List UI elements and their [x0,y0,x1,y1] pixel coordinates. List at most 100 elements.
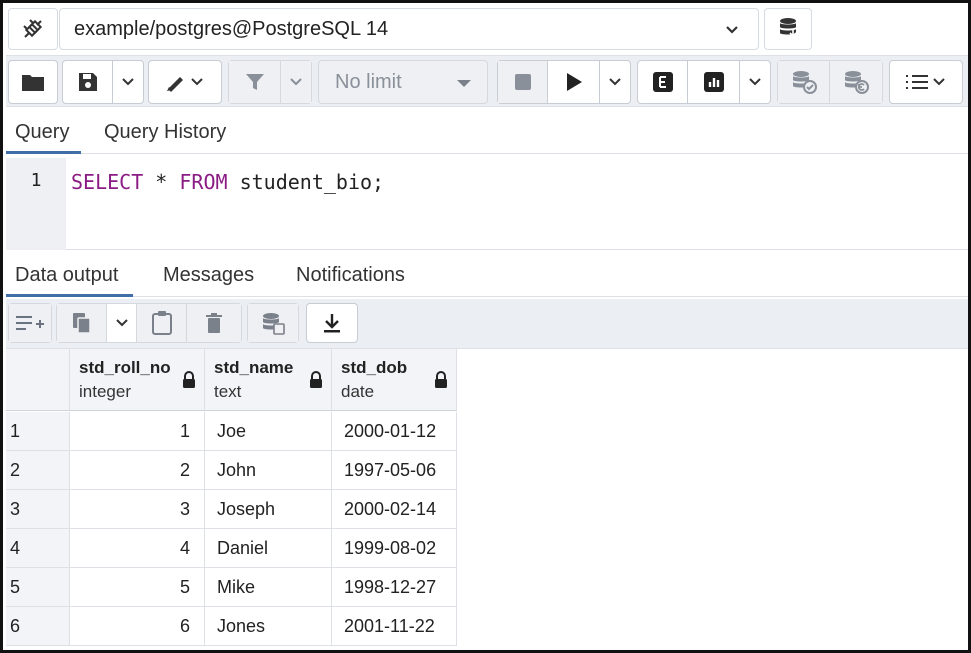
cell-std-dob[interactable]: 2000-01-12 [332,412,457,450]
grid-header: std_roll_no integer std_name text std_do… [6,349,457,411]
cell-std-roll-no[interactable]: 1 [70,412,205,450]
query-toolbar: No limit [6,55,968,107]
chevron-down-icon [724,21,740,44]
download-icon[interactable] [307,304,357,342]
line-number-gutter: 1 [6,158,66,250]
cell-std-roll-no[interactable]: 2 [70,451,205,489]
execute-group [497,60,631,104]
connection-select[interactable]: example/postgres@PostgreSQL 14 [59,8,759,50]
column-header-std-dob[interactable]: std_dob date [332,349,457,410]
cell-std-name[interactable]: Jones [205,607,332,645]
add-row-icon[interactable] [9,304,51,342]
column-type: date [341,381,375,401]
editor-tabs: Query Query History [6,110,968,154]
table-row[interactable]: 5 5 Mike 1998-12-27 [6,568,457,607]
lock-icon [182,371,196,394]
lock-icon [309,371,323,394]
save-data-group [247,303,299,343]
macros-icon[interactable] [890,61,962,103]
play-icon[interactable] [548,61,600,103]
caret-down-icon [457,80,471,87]
table-row[interactable]: 1 1 Joe 2000-01-12 [6,412,457,451]
chevron-down-icon[interactable] [113,61,143,103]
cell-std-dob[interactable]: 1998-12-27 [332,568,457,606]
cell-std-name[interactable]: Joe [205,412,332,450]
chevron-down-icon[interactable] [600,61,630,103]
keyword-from: FROM [179,170,228,194]
edit-group [148,60,222,104]
row-number: 1 [6,412,70,450]
download-group [306,303,358,343]
tab-query-history[interactable]: Query History [104,110,226,154]
cell-std-name[interactable]: Mike [205,568,332,606]
cell-std-roll-no[interactable]: 6 [70,607,205,645]
row-number: 3 [6,490,70,528]
save-data-icon[interactable] [248,304,298,342]
delete-icon[interactable] [187,304,241,342]
cell-std-dob[interactable]: 1999-08-02 [332,529,457,567]
cell-std-dob[interactable]: 1997-05-06 [332,451,457,489]
row-number: 6 [6,607,70,645]
explain-group [637,60,771,104]
sql-editor[interactable]: 1 SELECT * FROM student_bio; [6,158,968,250]
save-icon[interactable] [63,61,113,103]
tab-notifications-label: Notifications [296,264,405,286]
row-number: 4 [6,529,70,567]
table-row[interactable]: 2 2 John 1997-05-06 [6,451,457,490]
filter-group [228,60,312,104]
column-name: std_name [214,357,294,377]
cell-std-name[interactable]: John [205,451,332,489]
tab-query-label: Query [15,121,70,143]
transaction-group [777,60,883,104]
code-star: * [143,170,180,194]
macros-group [889,60,963,104]
table-row[interactable]: 3 3 Joseph 2000-02-14 [6,490,457,529]
lock-icon [434,371,448,394]
filter-icon[interactable] [229,61,281,103]
column-name: std_roll_no [79,357,171,377]
chevron-down-icon[interactable] [740,61,770,103]
row-limit-label: No limit [335,70,402,93]
output-tabs: Data output Messages Notifications [6,253,968,297]
rollback-icon[interactable] [830,61,882,103]
stop-icon[interactable] [498,61,548,103]
database-stack-icon[interactable] [764,8,812,50]
cell-std-dob[interactable]: 2000-02-14 [332,490,457,528]
tab-query[interactable]: Query [6,110,82,154]
row-number: 2 [6,451,70,489]
row-number: 5 [6,568,70,606]
chevron-down-icon[interactable] [107,304,137,342]
column-name: std_dob [341,357,408,377]
cell-std-dob[interactable]: 2001-11-22 [332,607,457,645]
copy-paste-group [56,303,242,343]
column-type: text [214,381,242,401]
tab-query-history-label: Query History [104,121,227,143]
copy-icon[interactable] [57,304,107,342]
explain-icon[interactable] [638,61,688,103]
chart-icon[interactable] [688,61,740,103]
app-frame: example/postgres@PostgreSQL 14 No limit … [0,0,971,653]
commit-icon[interactable] [778,61,830,103]
cell-std-roll-no[interactable]: 5 [70,568,205,606]
pen-icon[interactable] [149,61,221,103]
folder-icon[interactable] [9,61,57,103]
cell-std-name[interactable]: Daniel [205,529,332,567]
table-row[interactable]: 4 4 Daniel 1999-08-02 [6,529,457,568]
tab-messages[interactable]: Messages [163,253,254,297]
connection-plug-icon[interactable] [8,8,58,50]
row-limit-select[interactable]: No limit [318,60,488,104]
cell-std-name[interactable]: Joseph [205,490,332,528]
tab-notifications[interactable]: Notifications [296,253,405,297]
table-row[interactable]: 6 6 Jones 2001-11-22 [6,607,457,646]
paste-icon[interactable] [137,304,187,342]
code-line[interactable]: SELECT * FROM student_bio; [71,170,384,194]
column-header-std-name[interactable]: std_name text [205,349,332,410]
tab-messages-label: Messages [163,264,255,286]
cell-std-roll-no[interactable]: 3 [70,490,205,528]
chevron-down-icon[interactable] [281,61,311,103]
tab-data-output[interactable]: Data output [6,253,134,297]
column-header-std-roll-no[interactable]: std_roll_no integer [70,349,205,410]
cell-std-roll-no[interactable]: 4 [70,529,205,567]
line-number: 1 [30,170,42,191]
keyword-select: SELECT [71,170,144,194]
